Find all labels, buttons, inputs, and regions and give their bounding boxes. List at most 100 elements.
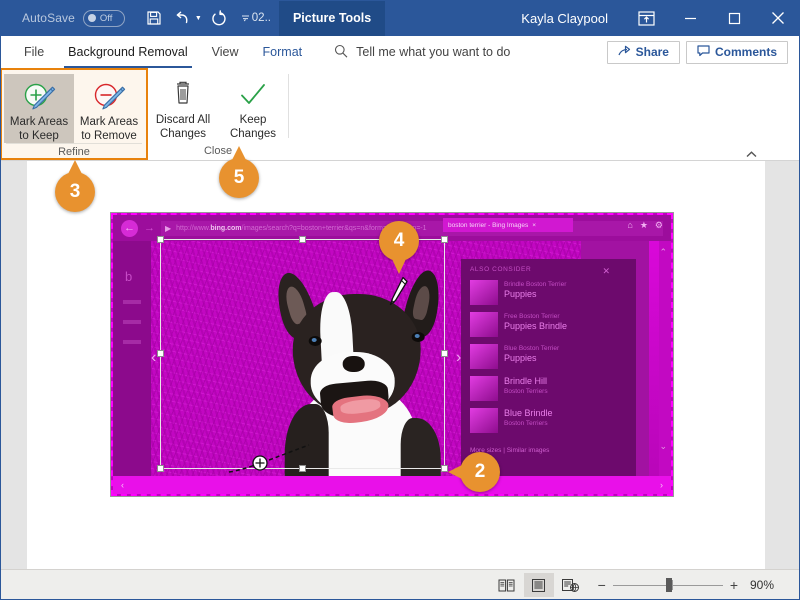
print-layout-icon[interactable] — [523, 573, 554, 597]
screenshot-tab-close-icon: × — [532, 221, 536, 229]
share-button[interactable]: Share — [606, 40, 680, 64]
keep-changes-label-line1: Keep — [239, 114, 267, 126]
screenshot-tab-title: boston terrier - Bing Images — [448, 221, 529, 229]
callout-3-number: 3 — [69, 181, 81, 202]
zoom-level-label[interactable]: 90% — [750, 578, 782, 592]
bing-logo-icon: b — [125, 269, 133, 284]
share-label: Share — [635, 45, 669, 59]
tab-file[interactable]: File — [12, 36, 56, 68]
zoom-slider-midtick — [672, 580, 674, 590]
callout-2-number: 2 — [474, 461, 486, 482]
zoom-slider-thumb[interactable] — [665, 578, 672, 592]
zoom-out-button[interactable]: − — [598, 577, 606, 593]
suggestion-thumbnail — [470, 344, 498, 369]
discard-all-changes-button[interactable]: Discard All Changes — [148, 72, 218, 141]
screenshot-browser-toolbar-icons: ⌂ ★ ⚙ — [627, 220, 663, 231]
ribbon-group-refine-title: Refine — [6, 143, 142, 160]
screenshot-right-panel: ALSO CONSIDER ✕ Brindle Boston Terrier P… — [461, 241, 671, 476]
comments-button[interactable]: Comments — [685, 40, 788, 64]
pencil-cursor-icon — [388, 275, 410, 314]
ribbon-group-refine: Mark Areas to Keep Mark Areas to Remove … — [0, 68, 148, 160]
contextual-tab-picture-tools[interactable]: Picture Tools — [278, 0, 386, 36]
also-consider-close-icon: ✕ — [602, 266, 610, 276]
close-button[interactable] — [756, 0, 800, 36]
callout-4-number: 4 — [393, 230, 405, 251]
home-icon: ⌂ — [627, 220, 633, 230]
also-consider-panel: ALSO CONSIDER ✕ Brindle Boston Terrier P… — [461, 259, 636, 476]
trash-icon — [170, 76, 196, 110]
tell-me-search[interactable]: Tell me what you want to do — [334, 44, 510, 61]
quick-access-toolbar: ▼ 02.. — [141, 5, 271, 31]
left-margin-strip — [0, 161, 27, 569]
suggestion-thumbnail — [470, 312, 498, 337]
favorites-icon: ★ — [639, 220, 648, 230]
mark-areas-to-remove-button[interactable]: Mark Areas to Remove — [74, 74, 144, 143]
mark-keep-label-line2: to Keep — [19, 130, 59, 142]
autosave-label: AutoSave — [22, 11, 75, 25]
web-layout-icon[interactable] — [556, 573, 586, 597]
comments-label: Comments — [714, 45, 777, 59]
tab-background-removal-label: Background Removal — [68, 45, 188, 59]
screenshot-bottom-bar: ‹ › — [113, 476, 671, 494]
nav-line — [123, 320, 141, 324]
user-account-name[interactable]: Kayla Claypool — [521, 11, 608, 26]
screenshot-next-icon: › — [660, 480, 663, 490]
screenshot-left-nav: b — [113, 241, 151, 476]
ribbon-group-close: Discard All Changes Keep Changes Close — [148, 68, 288, 160]
ribbon-display-options-icon[interactable] — [624, 0, 668, 36]
tab-view[interactable]: View — [200, 36, 251, 68]
suggestion-item: Brindle Boston Terrier Puppies — [470, 280, 628, 305]
panel-scroll-down-icon: ⌄ — [659, 441, 667, 451]
suggestion-line2: Puppies — [504, 353, 537, 363]
callout-badge-2: 2 — [448, 452, 500, 492]
tab-format[interactable]: Format — [251, 36, 315, 68]
callout-badge-3: 3 — [55, 160, 95, 212]
suggestion-thumbnail — [470, 408, 498, 433]
suggestion-line1: Free Boston Terrier — [504, 313, 560, 320]
suggestion-line1: Blue Boston Terrier — [504, 345, 560, 352]
dog-chest-shadow-right — [400, 418, 441, 476]
tab-view-label: View — [211, 45, 239, 59]
dog-eye-left — [308, 336, 322, 346]
panel-footer-links: More sizes | Similar images — [470, 447, 550, 454]
checkmark-icon — [238, 76, 268, 110]
mark-keep-stroke — [225, 440, 345, 480]
suggestion-item: Free Boston Terrier Puppies Brindle — [470, 312, 628, 337]
nav-line — [123, 340, 141, 344]
comments-icon — [697, 44, 710, 60]
discard-label-line1: Discard All — [155, 114, 211, 126]
autosave-toggle[interactable]: Off — [82, 9, 125, 27]
header-buttons: Share Comments — [606, 40, 788, 64]
collapse-ribbon-button[interactable] — [743, 147, 759, 161]
share-icon — [618, 45, 631, 60]
right-margin-strip — [765, 161, 800, 569]
screenshot-left-chevron-icon: ‹ — [151, 349, 157, 366]
mark-keep-label-line1: Mark Areas — [9, 116, 69, 128]
suggestion-line1: Brindle Hill — [504, 376, 548, 386]
screenshot-prev-icon: ‹ — [121, 480, 124, 490]
suggestion-line2: Boston Terriers — [504, 388, 548, 395]
save-icon[interactable] — [141, 5, 168, 31]
maximize-button[interactable] — [712, 0, 756, 36]
contextual-tab-label: Picture Tools — [292, 11, 372, 25]
qat-overflow-button[interactable]: 02.. — [241, 12, 271, 24]
panel-scroll-up-icon: ⌃ — [659, 247, 667, 257]
suggestion-item: Blue Boston Terrier Puppies — [470, 344, 628, 369]
undo-dropdown-caret[interactable]: ▼ — [195, 15, 202, 22]
read-mode-icon[interactable] — [492, 573, 522, 597]
zoom-in-button[interactable]: + — [730, 577, 738, 593]
zoom-slider[interactable] — [612, 578, 723, 592]
undo-icon[interactable] — [170, 5, 197, 31]
suggestion-line2: Puppies Brindle — [504, 321, 568, 331]
mark-areas-to-keep-button[interactable]: Mark Areas to Keep — [4, 74, 74, 143]
redo-icon[interactable] — [206, 5, 233, 31]
keep-changes-button[interactable]: Keep Changes — [218, 72, 288, 141]
ribbon-group-divider — [288, 74, 289, 138]
powerpoint-window: AutoSave Off ▼ 02.. Picture Tools Kayla … — [0, 0, 800, 600]
ribbon: Mark Areas to Keep Mark Areas to Remove … — [0, 68, 800, 161]
minimize-button[interactable] — [668, 0, 712, 36]
tab-file-label: File — [24, 45, 45, 59]
autosave-state-label: Off — [99, 12, 113, 24]
suggestion-line1: Blue Brindle — [504, 408, 553, 418]
tab-background-removal[interactable]: Background Removal — [56, 36, 200, 68]
